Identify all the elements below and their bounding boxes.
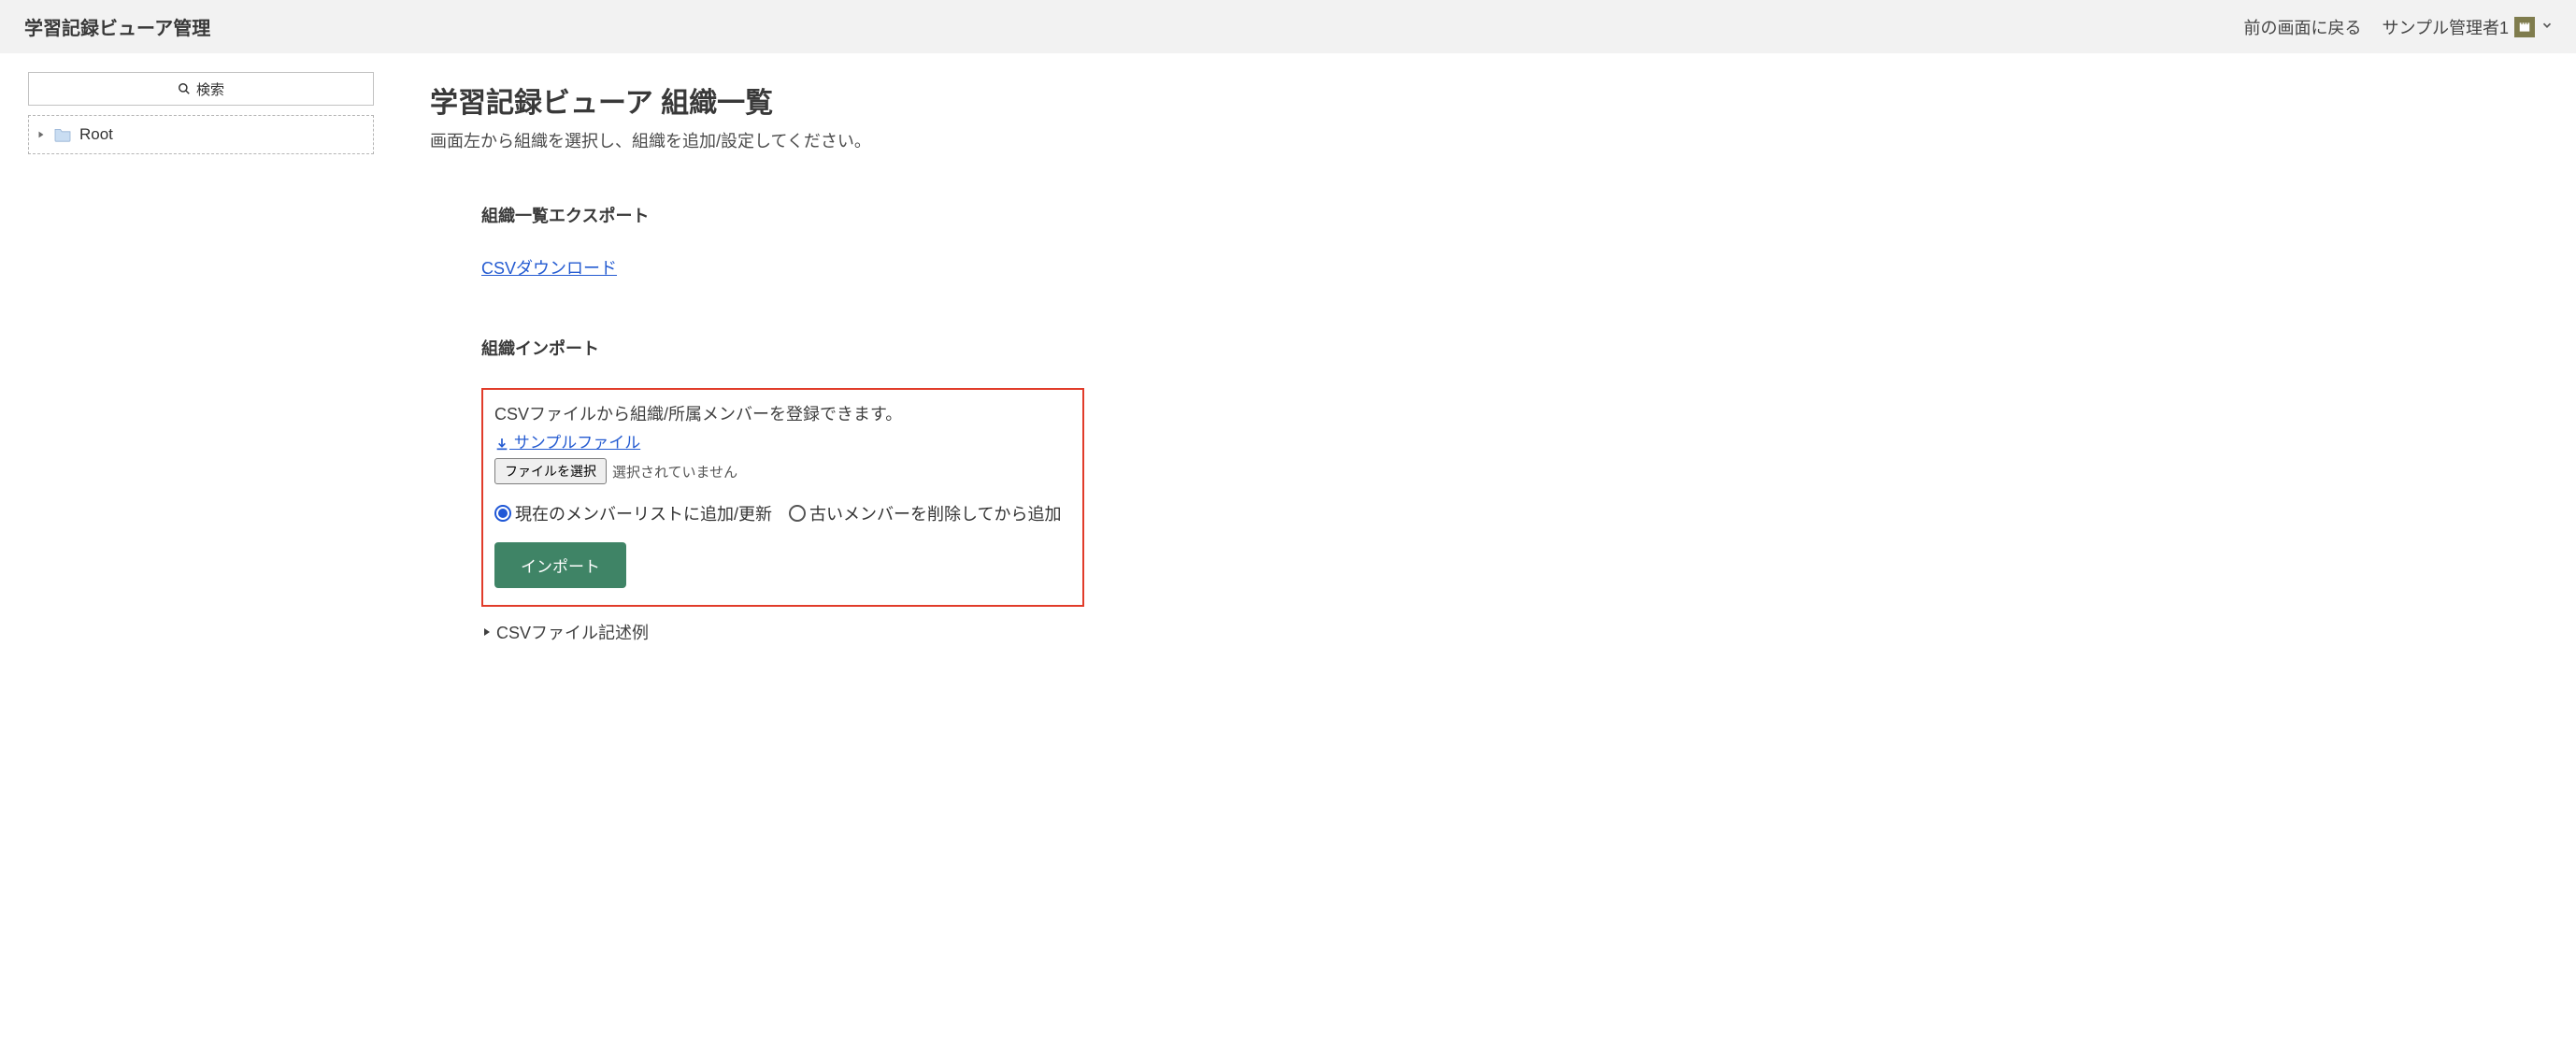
import-panel: CSVファイルから組織/所属メンバーを登録できます。 サンプルファイル ファイル… xyxy=(481,388,1084,607)
tree-root-node[interactable]: Root xyxy=(36,125,365,144)
csv-example-expander[interactable]: CSVファイル記述例 xyxy=(481,620,1084,644)
chevron-down-icon xyxy=(2540,17,2554,36)
user-castle-icon xyxy=(2514,17,2535,37)
org-tree: Root xyxy=(28,115,374,154)
download-icon xyxy=(494,437,509,452)
export-heading: 組織一覧エクスポート xyxy=(481,203,1084,227)
tree-expand-icon[interactable] xyxy=(36,130,50,139)
radio-label: 現在のメンバーリストに追加/更新 xyxy=(515,501,772,525)
search-input[interactable]: 検索 xyxy=(28,72,374,106)
radio-selected-icon xyxy=(494,505,511,522)
chevron-right-icon xyxy=(481,626,493,638)
radio-delete-then-add[interactable]: 古いメンバーを削除してから追加 xyxy=(789,501,1061,525)
page-title: 学習記録ビューア 組織一覧 xyxy=(430,79,2548,121)
csv-example-label: CSVファイル記述例 xyxy=(496,620,649,644)
file-status-label: 選択されていません xyxy=(612,462,737,481)
radio-append-update[interactable]: 現在のメンバーリストに追加/更新 xyxy=(494,501,772,525)
page-subtitle: 画面左から組織を選択し、組織を追加/設定してください。 xyxy=(430,128,2548,152)
tree-node-label: Root xyxy=(79,125,113,144)
import-button[interactable]: インポート xyxy=(494,542,626,588)
search-icon xyxy=(178,82,191,95)
user-name-label: サンプル管理者1 xyxy=(2383,15,2509,39)
import-description: CSVファイルから組織/所属メンバーを登録できます。 xyxy=(494,401,1071,425)
search-placeholder: 検索 xyxy=(196,79,224,99)
folder-icon xyxy=(53,127,72,142)
sample-file-link[interactable]: サンプルファイル xyxy=(509,434,640,452)
app-title: 学習記録ビューア管理 xyxy=(24,13,210,40)
file-select-button[interactable]: ファイルを選択 xyxy=(494,458,607,484)
radio-unselected-icon xyxy=(789,505,806,522)
back-link[interactable]: 前の画面に戻る xyxy=(2244,15,2362,39)
user-menu[interactable]: サンプル管理者1 xyxy=(2383,15,2554,39)
radio-label: 古いメンバーを削除してから追加 xyxy=(809,501,1061,525)
import-heading: 組織インポート xyxy=(481,336,1084,360)
csv-download-link[interactable]: CSVダウンロード xyxy=(481,259,617,278)
